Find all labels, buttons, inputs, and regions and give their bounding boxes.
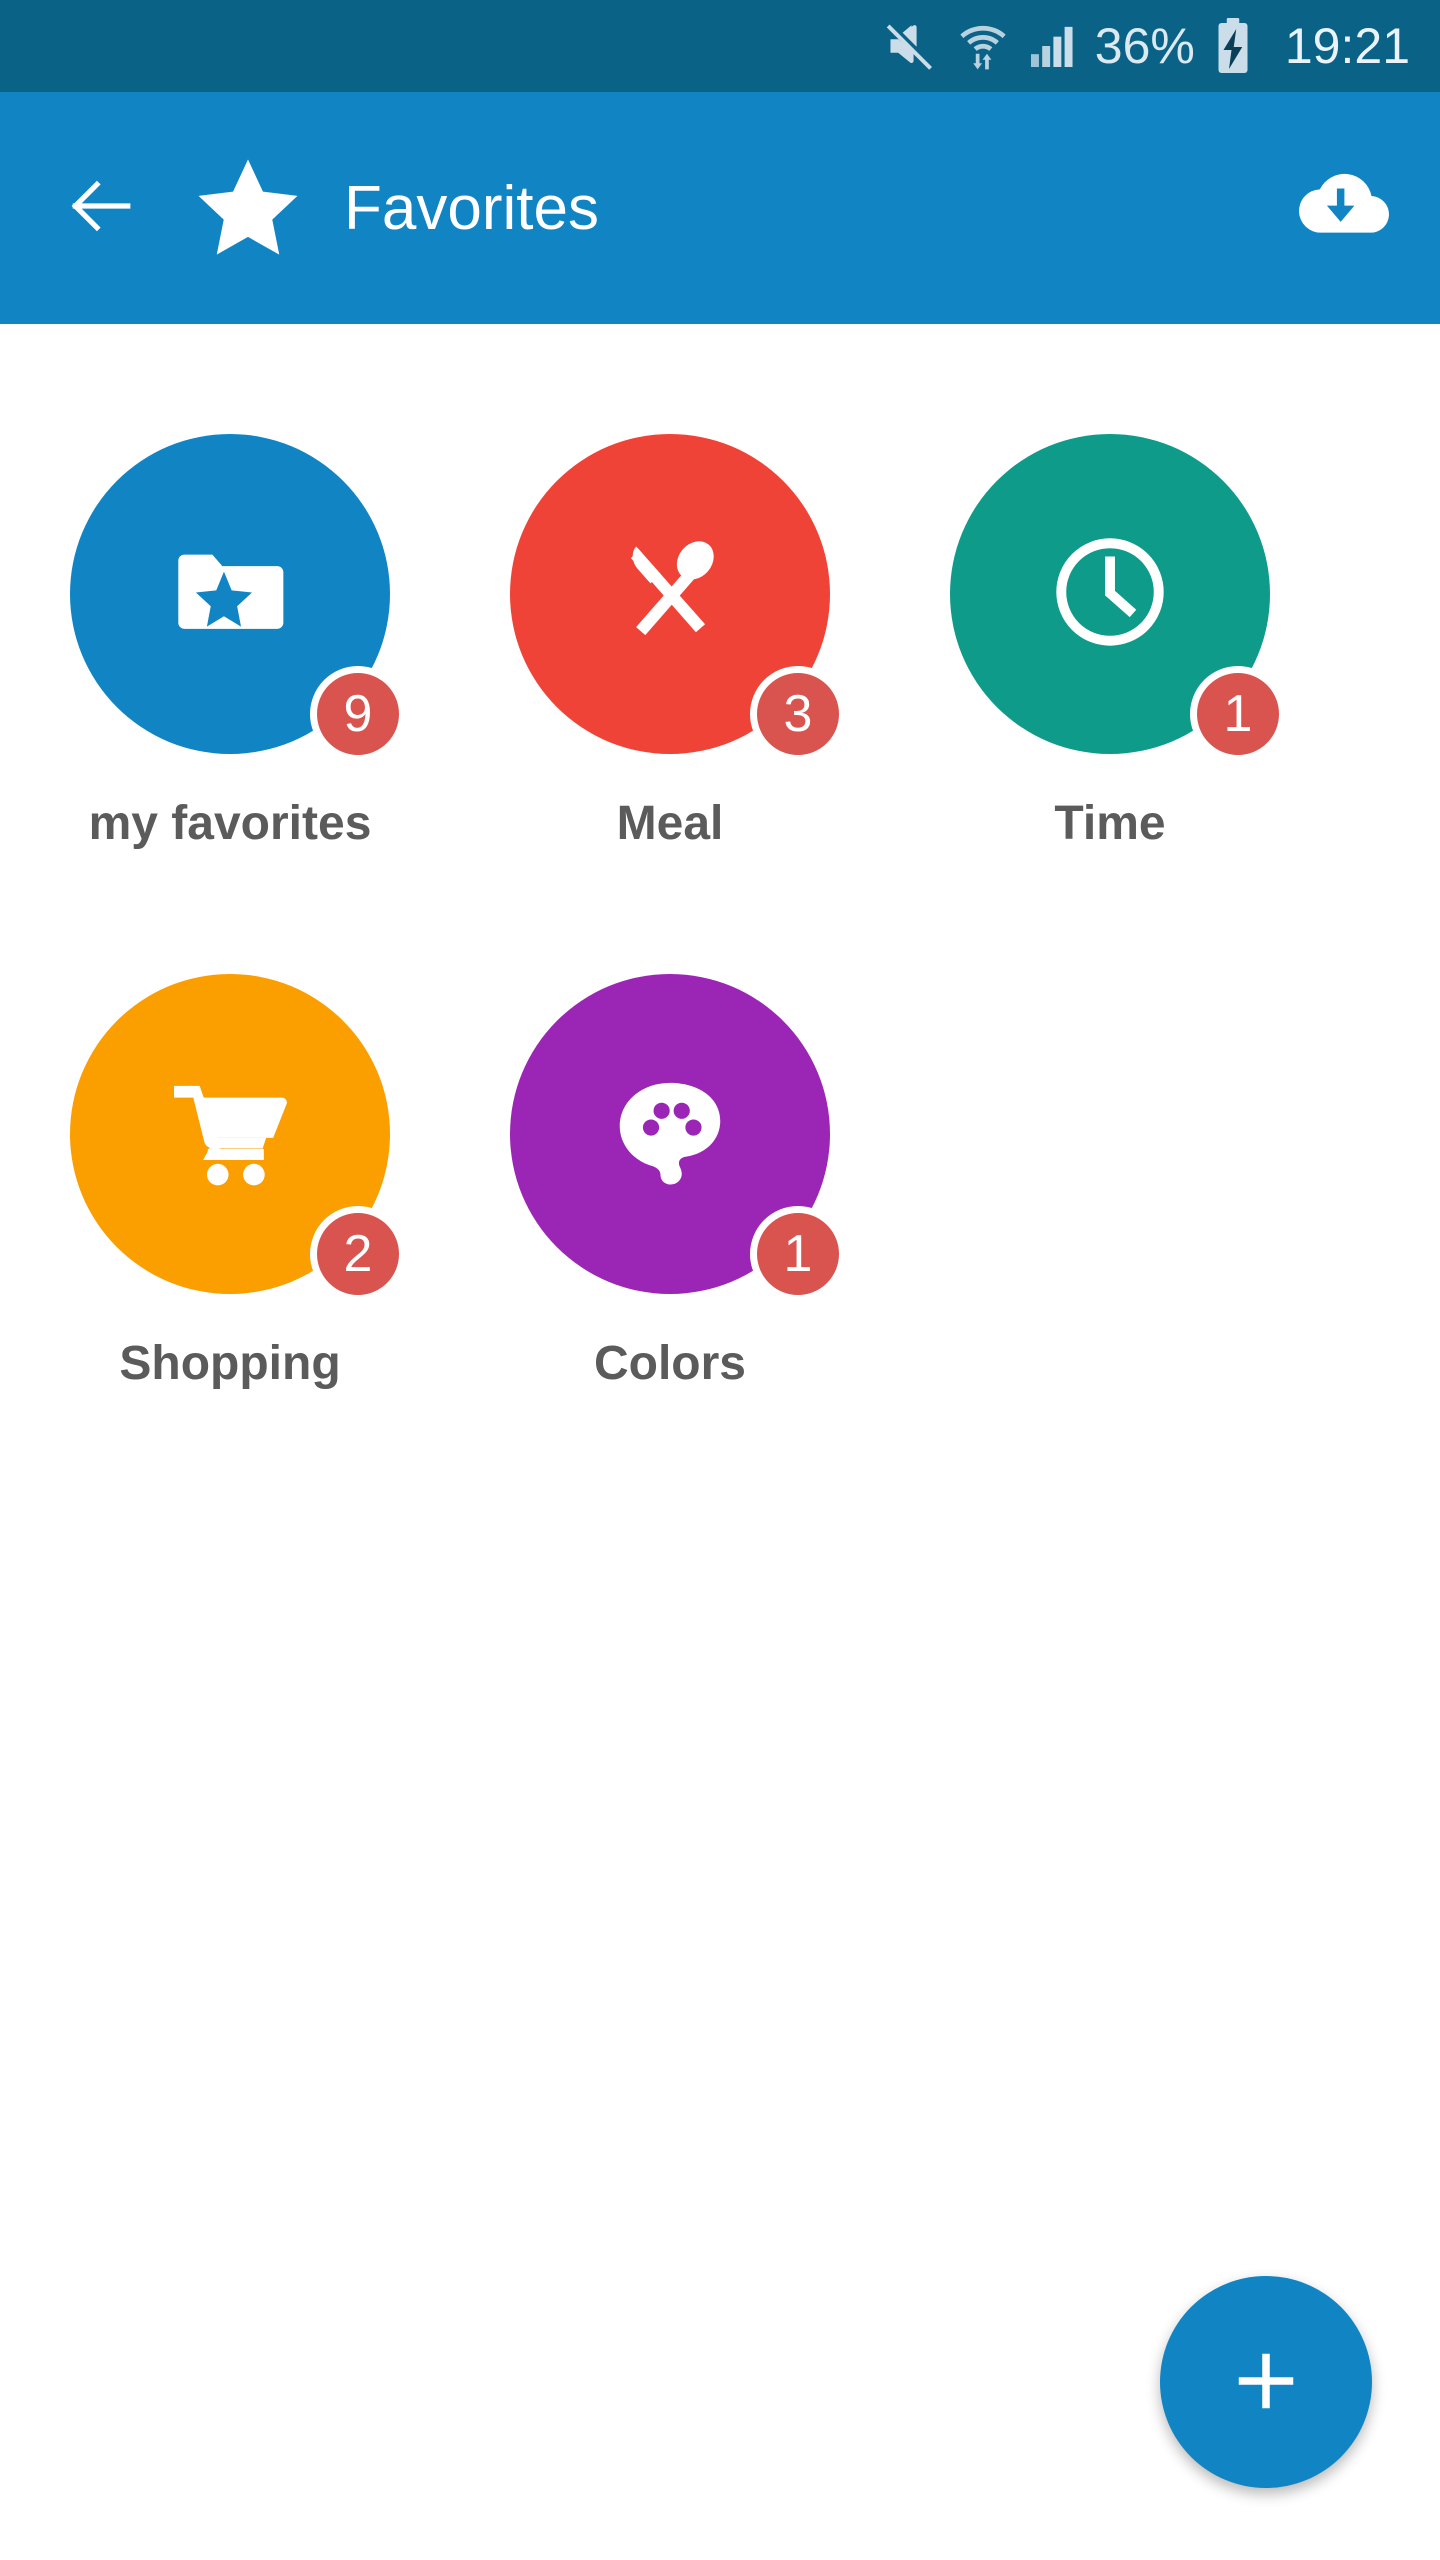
mute-icon — [883, 18, 939, 74]
tile-badge: 1 — [750, 1206, 846, 1302]
tile-shopping[interactable]: 2 Shopping — [10, 974, 450, 1514]
cellular-signal-icon — [1027, 18, 1077, 74]
tile-icon-wrap: 9 — [70, 434, 406, 762]
tile-meal[interactable]: 3 Meal — [450, 434, 890, 974]
page-title: Favorites — [344, 173, 599, 243]
favorites-grid: 9 my favorites 3 Meal 1 Time 2 Shopping … — [0, 434, 1440, 1514]
tile-icon-wrap: 1 — [510, 974, 846, 1302]
back-button[interactable] — [60, 168, 140, 248]
plus-icon — [1223, 2338, 1309, 2427]
tile-label: Time — [1054, 797, 1166, 850]
folder-star-icon — [164, 526, 296, 663]
shopping-cart-icon — [160, 1062, 300, 1207]
star-icon — [192, 152, 304, 264]
cutlery-icon — [601, 523, 739, 666]
battery-charging-icon — [1213, 16, 1253, 76]
tile-badge: 3 — [750, 666, 846, 762]
tile-label: my favorites — [88, 797, 372, 850]
app-bar: Favorites — [0, 92, 1440, 324]
tile-badge: 1 — [1190, 666, 1286, 762]
content-area: 9 my favorites 3 Meal 1 Time 2 Shopping … — [0, 324, 1440, 2560]
tile-my-favorites[interactable]: 9 my favorites — [10, 434, 450, 974]
tile-icon-wrap: 2 — [70, 974, 406, 1302]
wifi-data-transfer-icon — [957, 18, 1009, 74]
status-bar: 36% 19:21 — [0, 0, 1440, 92]
back-arrow-icon — [63, 169, 137, 248]
tile-badge: 2 — [310, 1206, 406, 1302]
status-bar-clock: 19:21 — [1284, 18, 1410, 74]
tile-icon-wrap: 1 — [950, 434, 1286, 762]
tile-colors[interactable]: 1 Colors — [450, 974, 890, 1514]
tile-label: Colors — [593, 1337, 746, 1390]
tile-time[interactable]: 1 Time — [890, 434, 1330, 974]
cloud-download-icon — [1294, 156, 1394, 261]
tile-badge: 9 — [310, 666, 406, 762]
tile-icon-wrap: 3 — [510, 434, 846, 762]
status-icons: 36% 19:21 — [883, 16, 1410, 76]
tile-label: Meal — [616, 797, 724, 850]
tile-label: Shopping — [119, 1337, 341, 1390]
add-favorite-fab[interactable] — [1160, 2276, 1372, 2488]
download-button[interactable] — [1294, 158, 1394, 258]
battery-percent-label: 36% — [1094, 18, 1195, 74]
clock-icon — [1042, 524, 1178, 665]
paint-palette-icon — [603, 1065, 737, 1204]
